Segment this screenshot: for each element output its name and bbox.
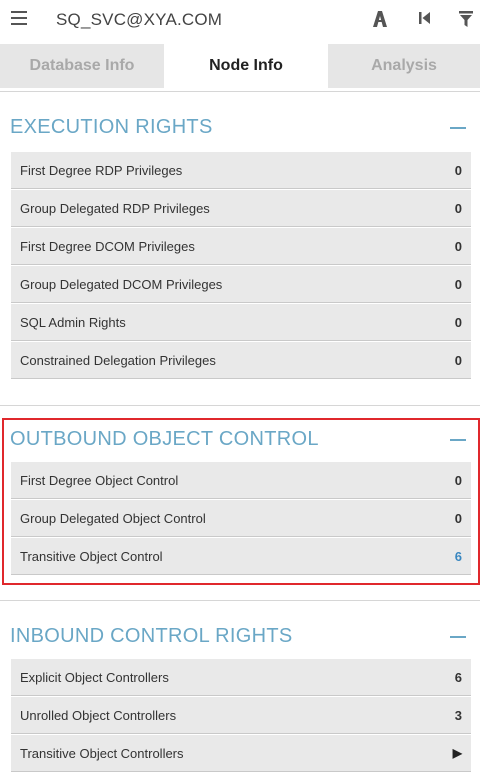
section-divider [0, 405, 480, 406]
row-value: 0 [454, 201, 462, 216]
collapse-icon[interactable] [450, 127, 466, 129]
row-value: 6 [454, 670, 462, 685]
row-label: Group Delegated Object Control [20, 511, 206, 526]
collapse-icon[interactable] [450, 439, 466, 441]
row-label: Unrolled Object Controllers [20, 708, 177, 723]
row-label: Transitive Object Control [20, 549, 163, 564]
row-value: 3 [454, 708, 462, 723]
list-item[interactable]: Group Delegated DCOM Privileges 0 [11, 266, 471, 303]
back-icon[interactable] [418, 10, 432, 31]
list-item[interactable]: First Degree RDP Privileges 0 [11, 152, 471, 189]
tab-database-info[interactable]: Database Info [0, 44, 164, 88]
row-label: Transitive Object Controllers [20, 746, 184, 761]
tab-bar: Database Info Node Info Analysis [0, 44, 480, 88]
row-value: 0 [454, 239, 462, 254]
filter-icon[interactable] [459, 10, 473, 33]
row-label: First Degree RDP Privileges [20, 163, 183, 178]
row-value: 0 [454, 315, 462, 330]
row-label: Group Delegated DCOM Privileges [20, 277, 223, 292]
list-item[interactable]: Transitive Object Control 6 [11, 538, 471, 575]
tabs-divider [0, 91, 480, 92]
row-label: Group Delegated RDP Privileges [20, 201, 210, 216]
list-item[interactable]: Unrolled Object Controllers 3 [11, 697, 471, 734]
list-item[interactable]: Constrained Delegation Privileges 0 [11, 342, 471, 379]
tab-node-info[interactable]: Node Info [164, 44, 328, 88]
list-item[interactable]: First Degree Object Control 0 [11, 462, 471, 499]
row-value: 0 [454, 473, 462, 488]
top-bar: SQ_SVC@XYA.COM [0, 0, 480, 44]
row-value: 0 [454, 511, 462, 526]
row-value: 0 [454, 353, 462, 368]
row-label: Constrained Delegation Privileges [20, 353, 216, 368]
list-item[interactable]: Transitive Object Controllers ▶ [11, 735, 471, 772]
expand-arrow-icon[interactable]: ▶ [453, 746, 462, 760]
list-item[interactable]: Group Delegated RDP Privileges 0 [11, 190, 471, 227]
row-value: 0 [454, 277, 462, 292]
section-title-outbound-object-control[interactable]: OUTBOUND OBJECT CONTROL [10, 428, 319, 451]
node-name: SQ_SVC@XYA.COM [56, 10, 223, 29]
section-title-inbound-control-rights[interactable]: INBOUND CONTROL RIGHTS [10, 625, 293, 648]
path-icon[interactable] [371, 10, 389, 33]
section-title-execution-rights[interactable]: EXECUTION RIGHTS [10, 116, 213, 139]
list-item[interactable]: First Degree DCOM Privileges 0 [11, 228, 471, 265]
row-value-link[interactable]: 6 [455, 549, 462, 564]
section-divider [0, 600, 480, 601]
row-value: 0 [454, 163, 462, 178]
row-label: First Degree Object Control [20, 473, 179, 488]
list-item[interactable]: Group Delegated Object Control 0 [11, 500, 471, 537]
row-label: SQL Admin Rights [20, 315, 126, 330]
row-label: First Degree DCOM Privileges [20, 239, 195, 254]
tab-analysis[interactable]: Analysis [328, 44, 480, 88]
row-label: Explicit Object Controllers [20, 670, 169, 685]
list-item[interactable]: SQL Admin Rights 0 [11, 304, 471, 341]
collapse-icon[interactable] [450, 636, 466, 638]
menu-icon[interactable] [11, 11, 27, 25]
list-item[interactable]: Explicit Object Controllers 6 [11, 659, 471, 696]
